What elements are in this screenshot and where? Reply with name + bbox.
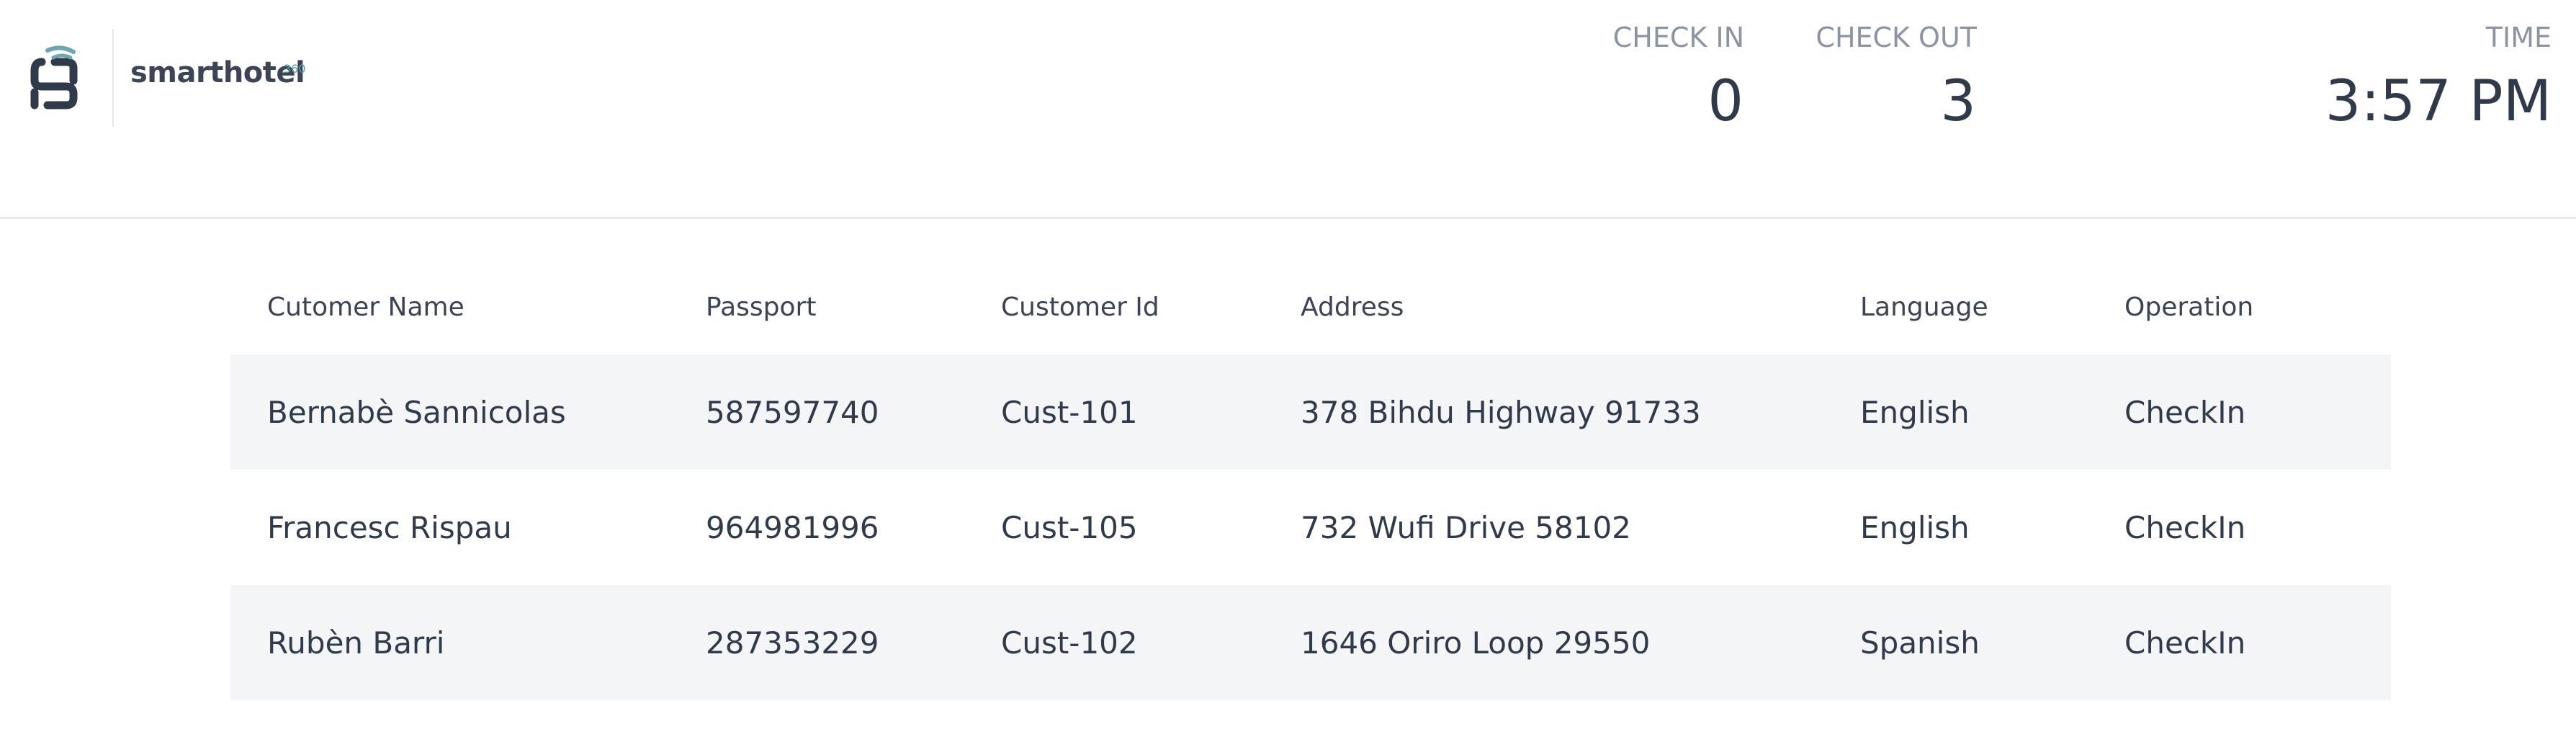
column-header-customer-name[interactable]: Cutomer Name <box>230 292 706 322</box>
brand-name: smarthotel <box>130 56 305 89</box>
column-header-passport[interactable]: Passport <box>706 292 1001 322</box>
current-time: 3:57 PM <box>2325 69 2552 134</box>
language-cell: English <box>1860 509 1970 545</box>
passport-cell: 964981996 <box>706 509 879 545</box>
time-label: TIME <box>2485 22 2552 53</box>
check-out-count: 3 <box>1940 69 1976 134</box>
column-header-operation[interactable]: Operation <box>2124 292 2391 322</box>
address-cell: 378 Bihdu Highway 91733 <box>1301 394 1701 430</box>
customer-id-cell: Cust-102 <box>1001 625 1138 661</box>
smarthotel-logo-icon <box>30 45 78 109</box>
operation-cell: CheckIn <box>2124 625 2246 661</box>
column-header-language[interactable]: Language <box>1860 292 2124 322</box>
app-header: smarthotel 360 CHECK IN 0 CHECK OUT 3 TI… <box>0 0 2576 219</box>
customer-name-cell: Francesc Rispau <box>267 509 512 545</box>
address-cell: 1646 Oriro Loop 29550 <box>1301 625 1651 661</box>
column-header-customer-id[interactable]: Customer Id <box>1001 292 1301 322</box>
address-cell: 732 Wufi Drive 58102 <box>1301 509 1631 545</box>
check-out-label: CHECK OUT <box>1816 22 1977 53</box>
passport-cell: 287353229 <box>706 625 879 661</box>
table-row[interactable]: Bernabè Sannicolas 587597740 Cust-101 37… <box>230 354 2391 470</box>
column-header-address[interactable]: Address <box>1301 292 1860 322</box>
language-cell: Spanish <box>1860 625 1980 661</box>
customer-id-cell: Cust-105 <box>1001 509 1138 545</box>
table-row[interactable]: Rubèn Barri 287353229 Cust-102 1646 Orir… <box>230 585 2391 700</box>
check-in-label: CHECK IN <box>1612 22 1744 53</box>
language-cell: English <box>1860 394 1970 430</box>
brand-superscript: 360 <box>284 62 306 76</box>
operation-cell: CheckIn <box>2124 509 2246 545</box>
table-header-row: Cutomer Name Passport Customer Id Addres… <box>230 259 2391 354</box>
customers-table: Cutomer Name Passport Customer Id Addres… <box>230 259 2391 700</box>
passport-cell: 587597740 <box>706 394 879 430</box>
customer-name-cell: Rubèn Barri <box>267 625 445 661</box>
operation-cell: CheckIn <box>2124 394 2246 430</box>
logo-divider <box>112 29 114 127</box>
customer-id-cell: Cust-101 <box>1001 394 1138 430</box>
check-in-count: 0 <box>1707 69 1743 134</box>
table-row[interactable]: Francesc Rispau 964981996 Cust-105 732 W… <box>230 470 2391 585</box>
customer-name-cell: Bernabè Sannicolas <box>267 394 566 430</box>
